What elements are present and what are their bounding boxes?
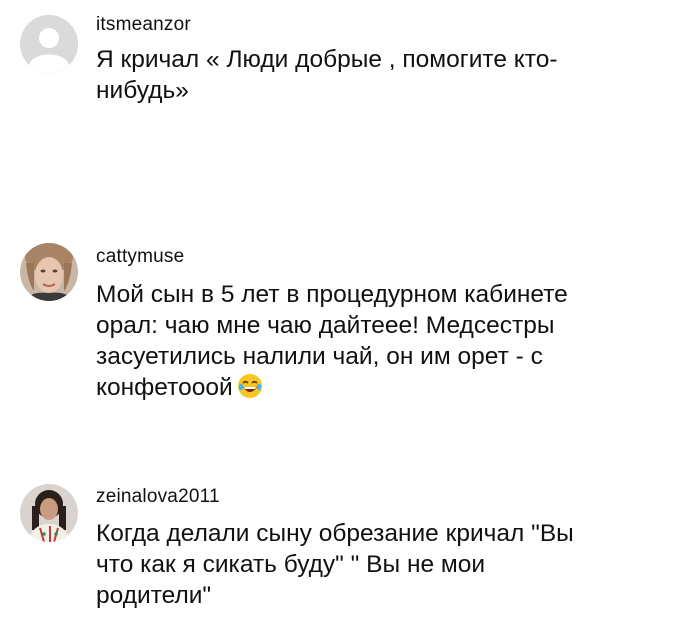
avatar[interactable]	[20, 243, 78, 301]
user-photo-avatar	[20, 484, 78, 542]
comment-text: Мой сын в 5 лет в процедурном кабинете о…	[96, 279, 606, 403]
user-photo-avatar	[20, 243, 78, 301]
comment-text: Когда делали сыну обрезание кричал "Вы ч…	[96, 520, 574, 609]
avatar[interactable]	[20, 15, 78, 73]
comment-username[interactable]: cattymuse	[96, 246, 184, 268]
laughing-face-emoji	[237, 374, 262, 398]
comment-username[interactable]: itsmeanzor	[96, 14, 191, 36]
comment-text-content: Мой сын в 5 лет в процедурном кабинете о…	[96, 281, 568, 401]
comment-text: Я кричал « Люди добрые , помогите кто-ни…	[96, 46, 558, 104]
default-avatar-icon	[20, 15, 78, 73]
avatar[interactable]	[20, 484, 78, 542]
comment-username[interactable]: zeinalova2011	[96, 486, 220, 508]
